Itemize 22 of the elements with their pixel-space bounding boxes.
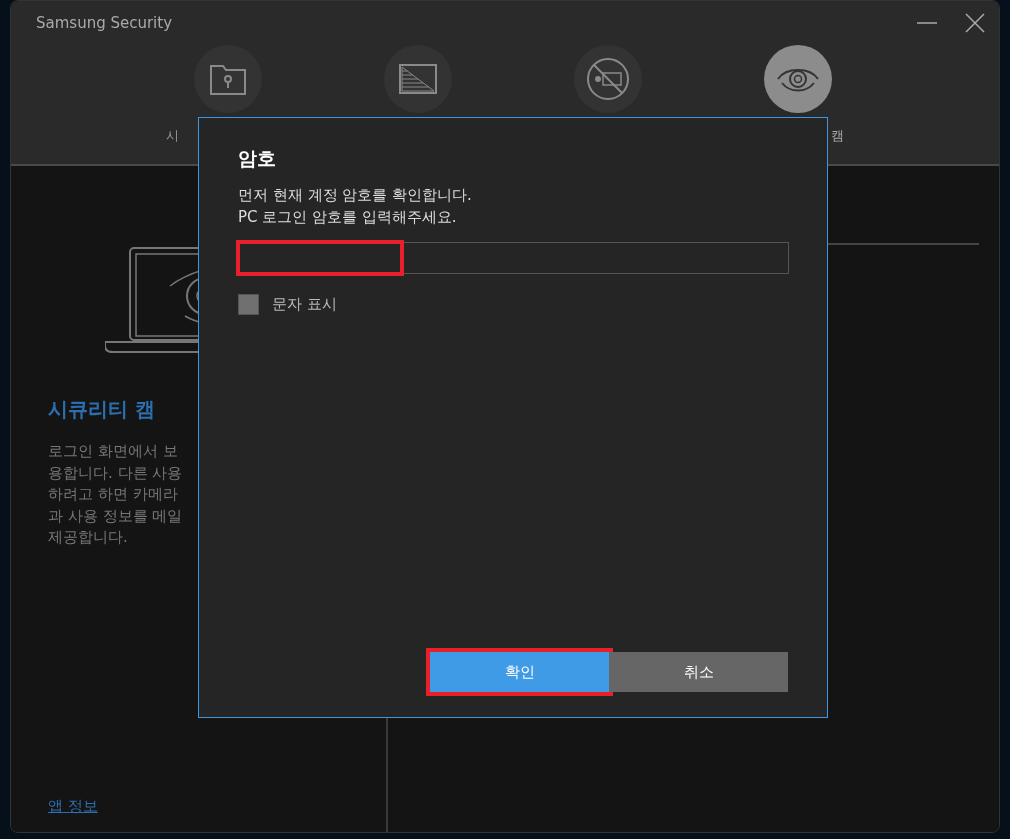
app-info-link[interactable]: 앱 정보	[48, 797, 98, 816]
description-line: 제공합니다.	[48, 527, 129, 548]
close-icon	[965, 13, 985, 33]
checkbox-label: 문자 표시	[272, 295, 337, 314]
dialog-message: PC 로그인 암호를 입력해주세요.	[238, 207, 458, 228]
description-line: 하려고 하면 카메라	[48, 484, 179, 505]
screen-icon	[398, 63, 438, 95]
description-line: 용합니다. 다른 사용	[48, 462, 184, 484]
folder-key-icon	[209, 62, 247, 96]
dialog-title: 암호	[238, 146, 277, 171]
window-title: Samsung Security	[36, 14, 174, 32]
minimize-icon	[917, 22, 937, 24]
checkbox[interactable]	[238, 294, 259, 315]
description-line: 과 사용 정보를 메일	[48, 505, 184, 527]
feature-heading: 시큐리티 캠	[48, 396, 156, 423]
nav-label: 시	[166, 127, 179, 145]
cancel-button[interactable]: 취소	[609, 652, 788, 692]
description-line: 로그인 화면에서 보	[48, 441, 179, 462]
no-recording-icon	[585, 56, 631, 102]
confirm-button[interactable]: 확인	[430, 652, 609, 692]
dialog-message: 먼저 현재 계정 암호를 확인합니다.	[238, 185, 473, 206]
nav-label: 캠	[831, 127, 844, 145]
